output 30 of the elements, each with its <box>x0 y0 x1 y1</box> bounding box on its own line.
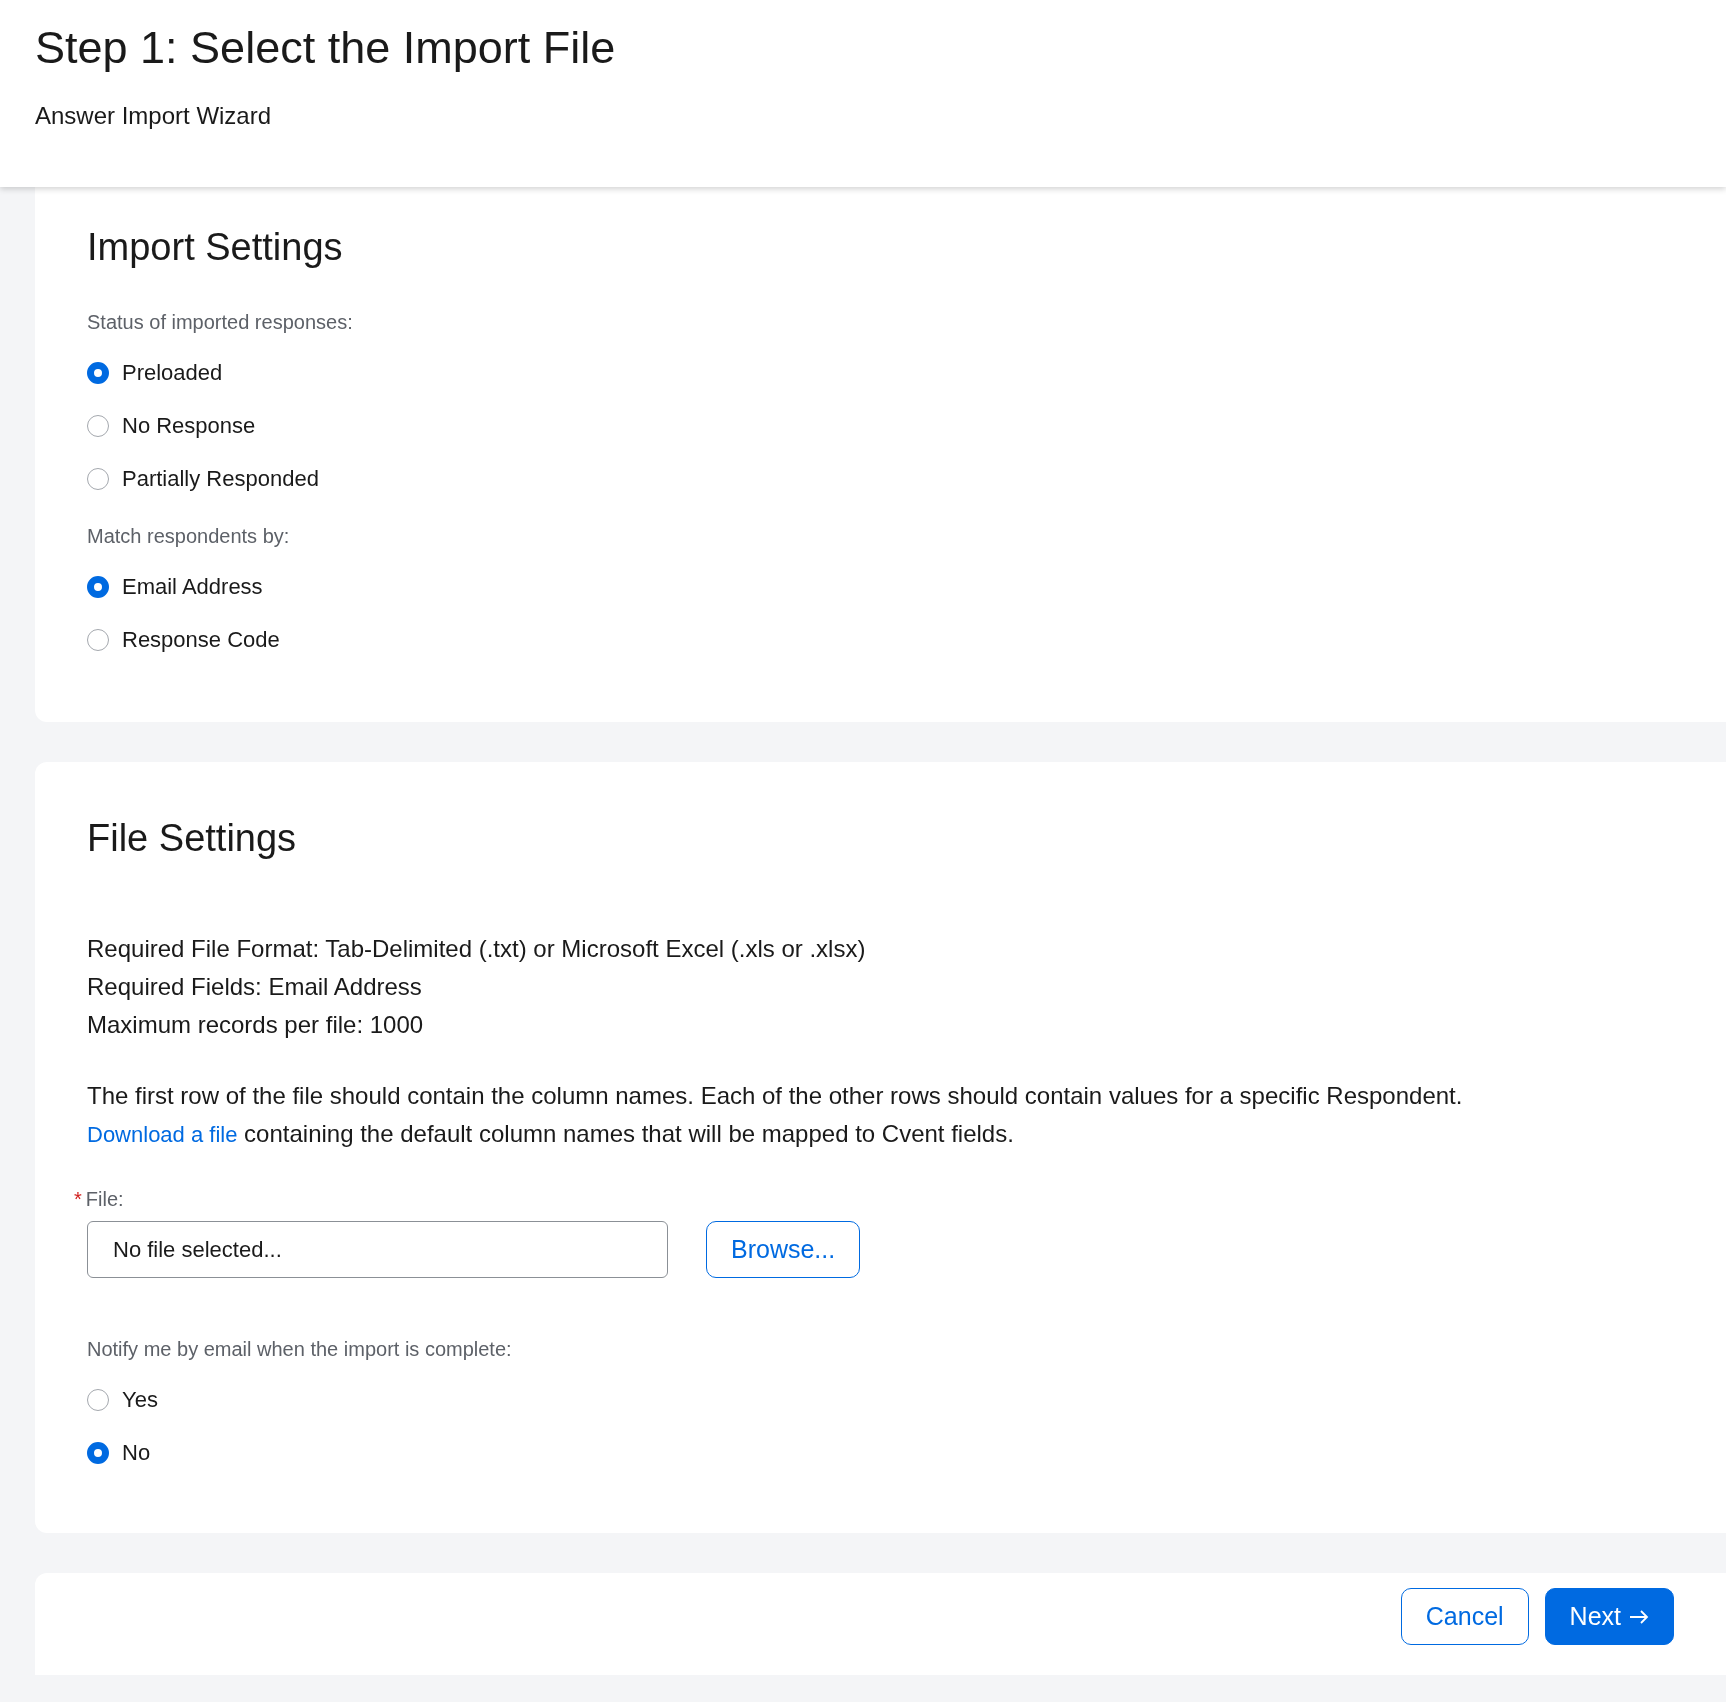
cancel-button[interactable]: Cancel <box>1400 1588 1529 1645</box>
radio-option[interactable]: Email Address <box>87 560 1674 613</box>
description-text: Download a file containing the default column names that will be mapped to Cvent fields. <box>87 1119 1015 1149</box>
download-link[interactable]: Download a file <box>87 1122 238 1147</box>
radio-option[interactable]: Partially Responded <box>87 452 1674 505</box>
file-field[interactable]: No file selected... <box>87 1221 668 1278</box>
next-button[interactable]: Next <box>1544 1588 1674 1645</box>
arrow-right-icon <box>1629 1609 1649 1624</box>
requirement-text: Required Fields: Email Address <box>87 972 423 1002</box>
field-label: Notify me by email when the import is complete: <box>87 1338 513 1361</box>
radio-option[interactable]: Response Code <box>87 613 1674 666</box>
requirement-text: Maximum records per file: 1000 <box>87 1010 425 1040</box>
radio-button[interactable] <box>87 575 109 598</box>
required-marker: * <box>74 1188 82 1211</box>
radio-option[interactable]: No <box>87 1426 1674 1479</box>
radio-button[interactable] <box>87 1441 109 1464</box>
radio-option[interactable]: Preloaded <box>87 346 1674 399</box>
page-subtitle: Answer Import Wizard <box>35 102 273 130</box>
section-title: Import Settings <box>87 225 344 270</box>
section-title: File Settings <box>87 816 298 861</box>
page-title: Step 1: Select the Import File <box>35 21 617 75</box>
field-label: File: <box>85 1188 124 1211</box>
field-label: Match respondents by: <box>87 525 291 548</box>
radio-option[interactable]: No Response <box>87 399 1674 452</box>
field-label: Status of imported responses: <box>87 311 354 334</box>
description-text: The first row of the file should contain the column names. Each of the other rows should contain values for a specific Respondent. <box>87 1081 1464 1111</box>
radio-button[interactable] <box>87 361 109 384</box>
radio-option[interactable]: Yes <box>87 1373 1674 1426</box>
browse-button[interactable]: Browse... <box>706 1221 861 1278</box>
requirement-text: Required File Format: Tab-Delimited (.txt) or Microsoft Excel (.xls or .xlsx) <box>87 934 867 964</box>
